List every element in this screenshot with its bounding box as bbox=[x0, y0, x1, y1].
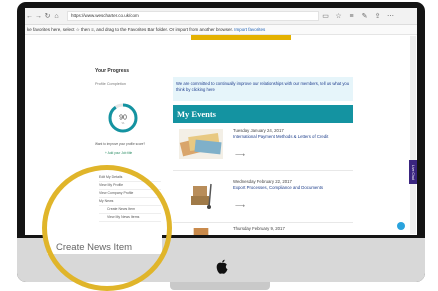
event-title[interactable]: Export Processes, Compliance and Documen… bbox=[233, 185, 353, 191]
event-date: Wednesday February 22, 2017 bbox=[233, 179, 292, 184]
home-icon[interactable]: ⌂ bbox=[52, 13, 61, 20]
chat-bubble-button[interactable] bbox=[397, 222, 405, 230]
address-bar: ← → ↻ ⌂ https://www.wescharter.co.uk/com… bbox=[25, 8, 417, 25]
back-icon[interactable]: ← bbox=[25, 13, 34, 20]
notes-icon[interactable]: ✎ bbox=[358, 12, 371, 20]
profile-progress-ring: 90 % bbox=[108, 103, 138, 133]
event-item[interactable]: Tuesday January 24, 2017 International P… bbox=[173, 125, 353, 169]
progress-subtitle: Profile Completion bbox=[95, 82, 127, 86]
import-favorites-link[interactable]: Import favorites bbox=[234, 27, 265, 32]
boxes-trolley-image bbox=[179, 180, 223, 210]
highlight-circle bbox=[42, 165, 172, 291]
favorites-bar-text: ke favorites here, select ☆ then ≡, and … bbox=[27, 27, 234, 32]
arrow-right-icon[interactable]: ⟶ bbox=[235, 202, 245, 210]
add-job-title-link[interactable]: + Add your Job title bbox=[105, 151, 132, 155]
currency-image bbox=[179, 129, 223, 159]
reading-view-icon[interactable]: ▭ bbox=[319, 12, 332, 20]
my-events-heading: My Events bbox=[173, 105, 353, 123]
event-item[interactable]: Thursday February 9, 2017 bbox=[173, 224, 353, 235]
refresh-icon[interactable]: ↻ bbox=[43, 12, 52, 20]
progress-sidebar: Your Progress Profile Completion 90 % Wa… bbox=[95, 68, 163, 222]
event-date: Tuesday January 24, 2017 bbox=[233, 128, 284, 133]
favorite-star-icon[interactable]: ☆ bbox=[332, 12, 345, 20]
event-title[interactable]: International Payment Methods & Letters … bbox=[233, 134, 353, 140]
page-scrollbar[interactable] bbox=[410, 36, 416, 234]
divider bbox=[173, 222, 353, 223]
event-item[interactable]: Wednesday February 22, 2017 Export Proce… bbox=[173, 176, 353, 220]
monitor-stand bbox=[170, 282, 270, 290]
event-date: Thursday February 9, 2017 bbox=[233, 226, 285, 231]
improve-profile-text: Want to improve your profile score? bbox=[95, 142, 146, 146]
progress-title: Your Progress bbox=[95, 68, 130, 74]
url-field[interactable]: https://www.wescharter.co.uk/com bbox=[67, 11, 319, 21]
divider bbox=[173, 170, 353, 171]
apple-logo-icon bbox=[216, 259, 228, 274]
live-chat-button[interactable]: Live Chat bbox=[409, 160, 417, 184]
hub-icon[interactable]: ≡ bbox=[345, 13, 358, 20]
share-icon[interactable]: ⇪ bbox=[371, 12, 384, 20]
forward-icon[interactable]: → bbox=[34, 13, 43, 20]
favorites-bar: ke favorites here, select ☆ then ≡, and … bbox=[25, 25, 417, 35]
more-icon[interactable]: ⋯ bbox=[384, 12, 397, 20]
feedback-notice[interactable]: We are committed to continually improve … bbox=[173, 77, 353, 101]
top-banner-button[interactable] bbox=[191, 35, 291, 40]
event-image bbox=[193, 228, 209, 235]
arrow-right-icon[interactable]: ⟶ bbox=[235, 151, 245, 159]
progress-unit: % bbox=[122, 121, 125, 125]
